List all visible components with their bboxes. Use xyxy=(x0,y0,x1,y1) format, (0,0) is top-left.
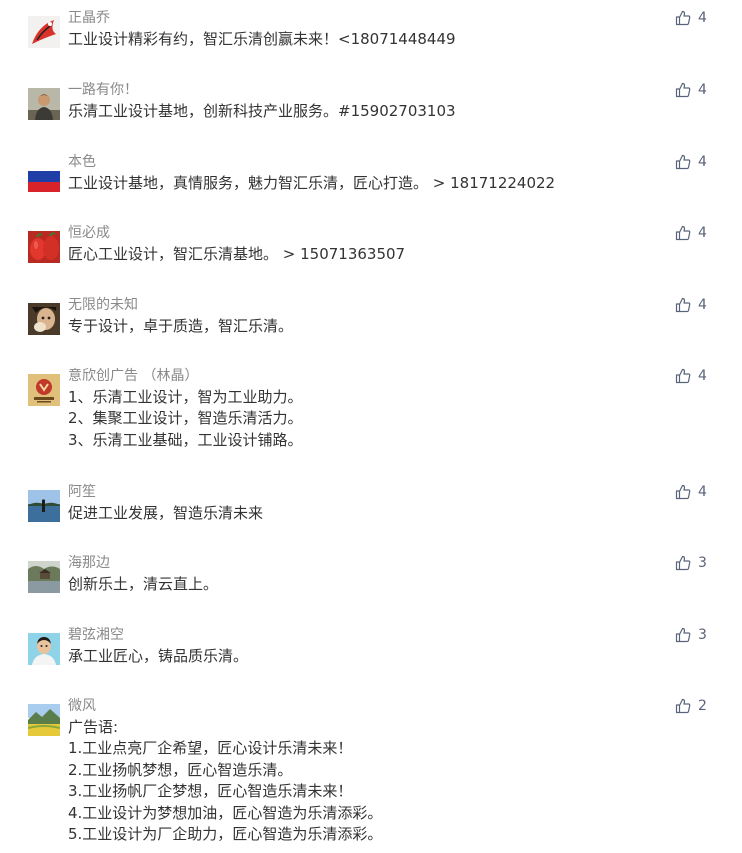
like-button[interactable]: 4 xyxy=(675,152,707,172)
like-button[interactable]: 2 xyxy=(675,696,707,716)
like-button[interactable]: 4 xyxy=(675,366,707,386)
thumbs-up-icon xyxy=(675,627,691,643)
thumbs-up-icon xyxy=(675,10,691,26)
thumbs-up-icon xyxy=(675,555,691,571)
comment-text: 承工业匠心，铸品质乐清。 xyxy=(68,646,248,667)
comment-text: 创新乐土，清云直上。 xyxy=(68,574,218,595)
like-button[interactable]: 4 xyxy=(675,295,707,315)
like-button[interactable]: 4 xyxy=(675,482,707,502)
comment-text: 广告语: 1.工业点亮厂企希望，匠心设计乐清未来！ 2.工业扬帆梦想，匠心智造乐… xyxy=(68,717,382,845)
comment-line: 乐清工业设计基地，创新科技产业服务。#15902703103 xyxy=(68,102,456,120)
like-count: 4 xyxy=(698,484,707,500)
comment-text: 工业设计精彩有约，智汇乐清创赢未来！<18071448449 xyxy=(68,29,456,50)
comment-author[interactable]: 意欣创广告 （林晶） xyxy=(68,366,198,386)
thumbs-up-icon xyxy=(675,698,691,714)
comment-line: 承工业匠心，铸品质乐清。 xyxy=(68,647,249,665)
comment-line: 2.工业扬帆梦想，匠心智造乐清。 xyxy=(68,760,293,779)
comment-text: 专于设计，卓于质造，智汇乐清。 xyxy=(68,316,293,337)
thumbs-up-icon xyxy=(675,154,691,170)
thumbs-up-icon xyxy=(675,225,691,241)
avatar[interactable] xyxy=(28,490,60,522)
like-count: 2 xyxy=(698,698,707,714)
comment-line: 4.工业设计为梦想加油，匠心智造为乐清添彩。 xyxy=(68,803,383,822)
comment-author[interactable]: 本色 xyxy=(68,152,96,172)
like-count: 3 xyxy=(698,627,707,643)
thumbs-up-icon xyxy=(675,82,691,98)
comment-line: 广告语: xyxy=(68,718,119,736)
comment-line: 匠心工业设计，智汇乐清基地。 > 15071363507 xyxy=(68,245,406,263)
comment-line: 5.工业设计为厂企助力，匠心智造为乐清添彩。 xyxy=(68,824,383,843)
comment-line: 1.工业点亮厂企希望，匠心设计乐清未来！ xyxy=(68,739,353,758)
comment-line: 2、集聚工业设计，智造乐清活力。 xyxy=(68,409,303,428)
comment-line: 工业设计基地，真情服务，魅力智汇乐清，匠心打造。 > 18171224022 xyxy=(68,174,556,192)
avatar[interactable] xyxy=(28,561,60,593)
avatar[interactable] xyxy=(28,16,60,48)
comment-line: 3、乐清工业基础，工业设计铺路。 xyxy=(68,430,303,449)
like-count: 4 xyxy=(698,82,707,98)
comment-line: 工业设计精彩有约，智汇乐清创赢未来！<18071448449 xyxy=(68,30,456,48)
like-button[interactable]: 3 xyxy=(675,625,707,645)
avatar[interactable] xyxy=(28,231,60,263)
avatar[interactable] xyxy=(28,704,60,736)
comment-text: 匠心工业设计，智汇乐清基地。 > 15071363507 xyxy=(68,244,405,265)
like-button[interactable]: 4 xyxy=(675,80,707,100)
avatar[interactable] xyxy=(28,633,60,665)
comment-author[interactable]: 海那边 xyxy=(68,553,110,573)
avatar[interactable] xyxy=(28,88,60,120)
thumbs-up-icon xyxy=(675,484,691,500)
like-count: 4 xyxy=(698,225,707,241)
comment-author[interactable]: 阿笙 xyxy=(68,482,96,502)
comment-line: 促进工业发展，智造乐清未来 xyxy=(68,504,264,522)
comment-text: 工业设计基地，真情服务，魅力智汇乐清，匠心打造。 > 18171224022 xyxy=(68,173,555,194)
comment-text: 乐清工业设计基地，创新科技产业服务。#15902703103 xyxy=(68,101,456,122)
like-button[interactable]: 4 xyxy=(675,223,707,243)
thumbs-up-icon xyxy=(675,297,691,313)
comment-author[interactable]: 碧弦湘空 xyxy=(68,625,124,645)
comment-text: 1、乐清工业设计，智为工业助力。 2、集聚工业设计，智造乐清活力。 3、乐清工业… xyxy=(68,387,303,451)
comment-author[interactable]: 正晶乔 xyxy=(68,8,110,28)
comment-line: 1、乐清工业设计，智为工业助力。 xyxy=(68,388,303,406)
comment-author[interactable]: 恒必成 xyxy=(68,223,110,243)
comment-text: 促进工业发展，智造乐清未来 xyxy=(68,503,263,524)
comment-author[interactable]: 微风 xyxy=(68,696,96,716)
avatar[interactable] xyxy=(28,160,60,192)
like-count: 4 xyxy=(698,368,707,384)
avatar[interactable] xyxy=(28,303,60,335)
like-count: 4 xyxy=(698,297,707,313)
like-count: 3 xyxy=(698,555,707,571)
comment-author[interactable]: 无限的未知 xyxy=(68,295,138,315)
comment-line: 3.工业扬帆厂企梦想，匠心智造乐清未来！ xyxy=(68,782,353,801)
comment-line: 创新乐土，清云直上。 xyxy=(68,575,219,593)
like-count: 4 xyxy=(698,10,707,26)
thumbs-up-icon xyxy=(675,368,691,384)
like-button[interactable]: 3 xyxy=(675,553,707,573)
avatar[interactable] xyxy=(28,374,60,406)
like-button[interactable]: 4 xyxy=(675,8,707,28)
comment-line: 专于设计，卓于质造，智汇乐清。 xyxy=(68,317,294,335)
like-count: 4 xyxy=(698,154,707,170)
comment-author[interactable]: 一路有你！ xyxy=(68,80,138,100)
